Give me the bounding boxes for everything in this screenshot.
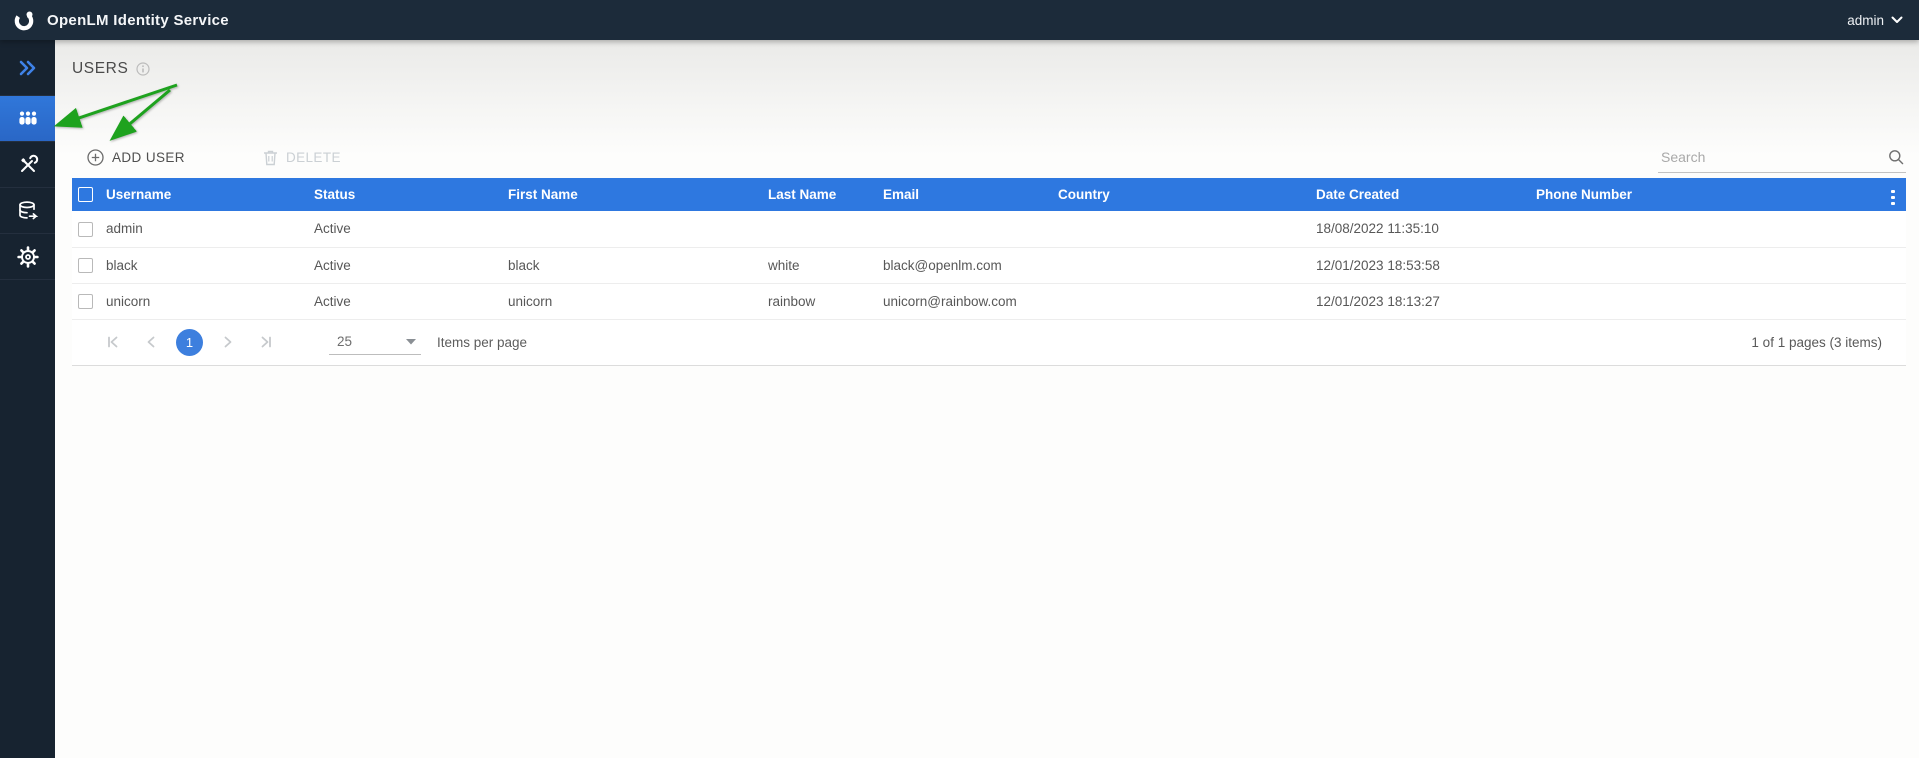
column-header-username[interactable]: Username bbox=[98, 178, 306, 211]
users-table: Username Status First Name Last Name Ema… bbox=[72, 178, 1906, 366]
select-all-checkbox[interactable] bbox=[78, 187, 93, 203]
table-row[interactable]: admin Active 18/08/2022 11:35:10 bbox=[72, 211, 1906, 248]
delete-label: DELETE bbox=[285, 149, 341, 165]
sidebar-item-settings[interactable] bbox=[0, 234, 55, 280]
table-row[interactable]: unicorn Active unicorn rainbow unicorn@r… bbox=[72, 283, 1906, 320]
cell-phone-number bbox=[1528, 211, 1880, 248]
sidebar-item-expand[interactable] bbox=[0, 40, 55, 96]
info-icon[interactable] bbox=[136, 62, 151, 76]
cell-date-created: 12/01/2023 18:53:58 bbox=[1308, 247, 1528, 284]
page-first-icon[interactable] bbox=[94, 329, 132, 355]
page-prev-icon[interactable] bbox=[132, 329, 170, 355]
page-title: USERS bbox=[72, 60, 129, 77]
row-checkbox[interactable] bbox=[78, 221, 93, 237]
double-chevron-right-icon bbox=[19, 60, 35, 75]
table-header-row: Username Status First Name Last Name Ema… bbox=[72, 178, 1906, 211]
sidebar-item-administration[interactable] bbox=[0, 142, 55, 188]
cell-status: Active bbox=[306, 247, 500, 284]
tools-icon bbox=[20, 154, 38, 172]
database-icon bbox=[18, 200, 38, 219]
page-header: USERS bbox=[72, 60, 151, 78]
column-header-date-created[interactable]: Date Created bbox=[1308, 178, 1528, 211]
cell-country bbox=[1050, 211, 1308, 248]
page-next-icon[interactable] bbox=[209, 329, 247, 355]
app-title: OpenLM Identity Service bbox=[47, 11, 229, 29]
cell-username: black bbox=[98, 247, 306, 284]
cell-first-name: unicorn bbox=[500, 283, 760, 320]
column-header-last-name[interactable]: Last Name bbox=[760, 178, 875, 211]
cell-username: admin bbox=[98, 211, 306, 248]
main-content: USERS ADD USER DELETE Search Username St… bbox=[55, 40, 1919, 758]
sidebar-item-data[interactable] bbox=[0, 188, 55, 234]
cell-phone-number bbox=[1528, 247, 1880, 284]
gear-icon bbox=[16, 245, 39, 268]
cell-email: unicorn@rainbow.com bbox=[875, 283, 1050, 320]
cell-last-name: rainbow bbox=[760, 283, 875, 320]
cell-country bbox=[1050, 247, 1308, 284]
circle-plus-icon bbox=[87, 148, 104, 166]
delete-button[interactable]: DELETE bbox=[263, 149, 341, 166]
page-size-value: 25 bbox=[337, 334, 353, 349]
items-per-page-label: Items per page bbox=[437, 334, 528, 350]
cell-username: unicorn bbox=[98, 283, 306, 320]
column-header-country[interactable]: Country bbox=[1050, 178, 1308, 211]
top-bar: OpenLM Identity Service admin bbox=[0, 0, 1919, 40]
pagination-bar: 1 25 Items per page 1 of 1 pages (3 item… bbox=[72, 319, 1906, 366]
add-user-button[interactable]: ADD USER bbox=[87, 148, 185, 166]
column-header-status[interactable]: Status bbox=[306, 178, 500, 211]
row-checkbox[interactable] bbox=[78, 257, 93, 273]
grid-toolbar: ADD USER DELETE bbox=[87, 136, 1906, 178]
search-input[interactable] bbox=[1658, 148, 1876, 165]
column-header-first-name[interactable]: First Name bbox=[500, 178, 760, 211]
cell-first-name bbox=[500, 211, 760, 248]
table-row[interactable]: black Active black white black@openlm.co… bbox=[72, 247, 1906, 284]
current-page-button[interactable]: 1 bbox=[176, 328, 203, 356]
dropdown-caret-icon bbox=[406, 338, 416, 344]
kebab-menu-icon[interactable] bbox=[1885, 187, 1901, 209]
cell-first-name: black bbox=[500, 247, 760, 284]
users-icon bbox=[18, 111, 37, 125]
trash-icon bbox=[263, 150, 277, 165]
cell-date-created: 12/01/2023 18:13:27 bbox=[1308, 283, 1528, 320]
cell-last-name bbox=[760, 211, 875, 248]
page-size-select[interactable]: 25 bbox=[329, 329, 421, 355]
cell-country bbox=[1050, 283, 1308, 320]
magnifier-icon[interactable] bbox=[1888, 149, 1904, 165]
search-box bbox=[1658, 141, 1906, 173]
add-user-label: ADD USER bbox=[112, 149, 185, 165]
cell-email: black@openlm.com bbox=[875, 247, 1050, 284]
cell-last-name: white bbox=[760, 247, 875, 284]
cell-phone-number bbox=[1528, 283, 1880, 320]
column-header-phone-number[interactable]: Phone Number bbox=[1528, 178, 1880, 211]
row-checkbox[interactable] bbox=[78, 293, 93, 309]
cell-email bbox=[875, 211, 1050, 248]
openlm-logo-icon bbox=[14, 11, 34, 31]
user-menu-label: admin bbox=[1847, 12, 1884, 28]
column-header-email[interactable]: Email bbox=[875, 178, 1050, 211]
chevron-down-icon bbox=[1891, 16, 1903, 23]
sidebar-item-users[interactable] bbox=[0, 96, 55, 142]
sidebar-nav bbox=[0, 40, 55, 758]
pagination-summary: 1 of 1 pages (3 items) bbox=[1751, 334, 1882, 350]
cell-status: Active bbox=[306, 283, 500, 320]
page-last-icon[interactable] bbox=[247, 329, 285, 355]
cell-date-created: 18/08/2022 11:35:10 bbox=[1308, 211, 1528, 248]
user-menu[interactable]: admin bbox=[1847, 13, 1903, 28]
cell-status: Active bbox=[306, 211, 500, 248]
